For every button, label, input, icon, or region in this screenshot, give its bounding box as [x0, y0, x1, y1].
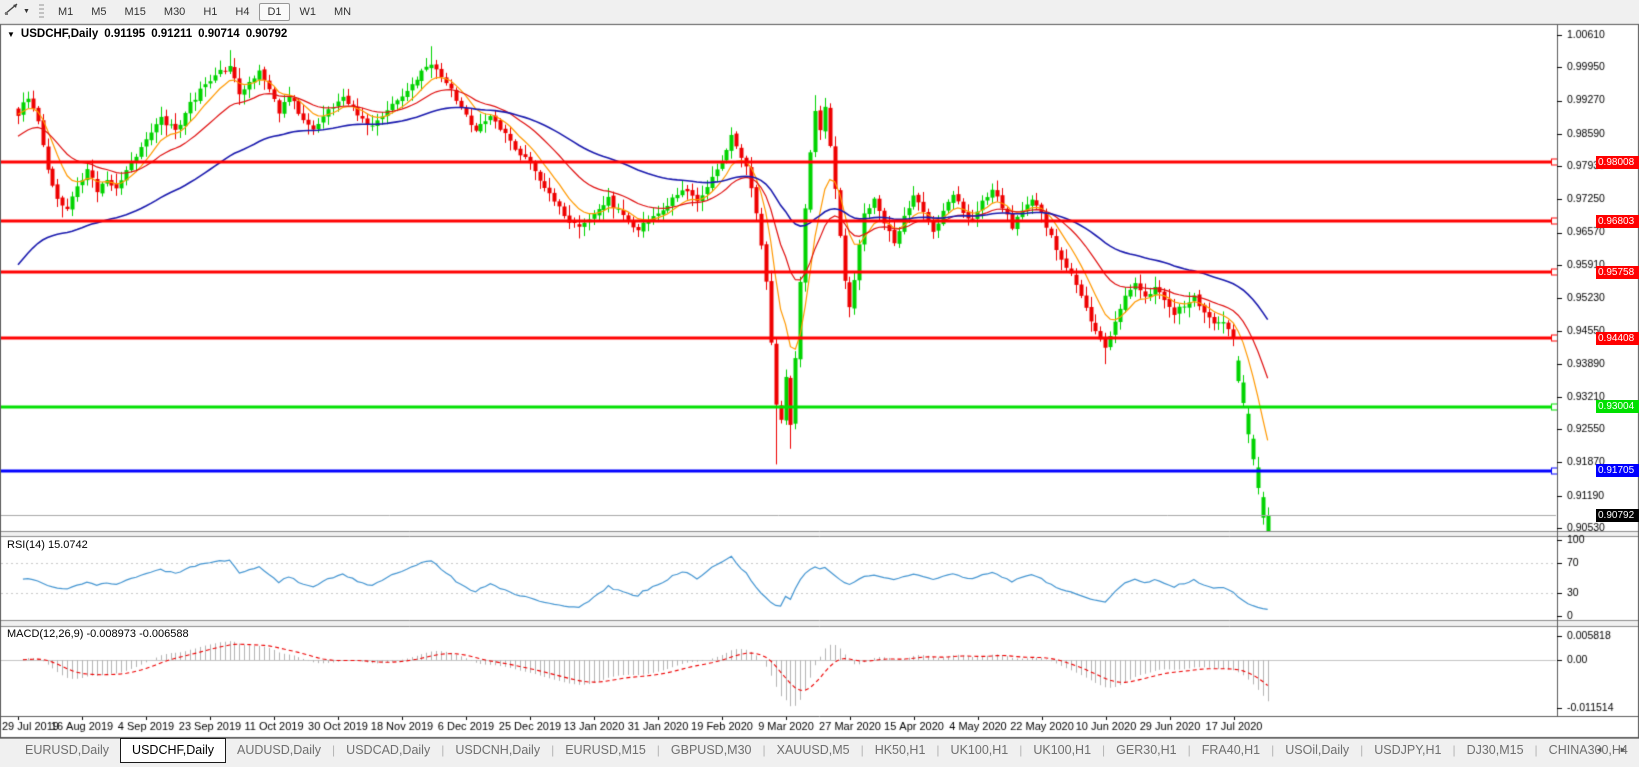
tab-hk50-h1[interactable]: HK50,H1: [864, 739, 937, 763]
timeframe-button-h4[interactable]: H4: [227, 3, 257, 21]
toolbar-grip-handle[interactable]: [39, 4, 44, 20]
tab-eurusd-daily[interactable]: EURUSD,Daily: [14, 739, 120, 763]
tab-gbpusd-m30[interactable]: GBPUSD,M30: [660, 739, 763, 763]
timeframe-buttons: M1M5M15M30H1H4D1W1MN: [49, 3, 360, 21]
scroll-right-icon[interactable]: ►: [1619, 745, 1627, 754]
tab-dj30-m15[interactable]: DJ30,M15: [1456, 739, 1535, 763]
price-line-label: 0.96803: [1596, 215, 1639, 228]
ohlc-high-value: 0.91211: [151, 28, 192, 40]
macd-indicator-label: MACD(12,26,9) -0.008973 -0.006588: [7, 628, 189, 640]
price-line-label: 0.95758: [1596, 266, 1639, 279]
price-line-label: 0.94408: [1596, 332, 1639, 345]
symbol-period-label: USDCHF,Daily: [21, 28, 98, 40]
price-line-label: 0.91705: [1596, 464, 1639, 477]
timeframe-button-m15[interactable]: M15: [117, 3, 154, 21]
tab-ger30-h1[interactable]: GER30,H1: [1105, 739, 1187, 763]
scroll-left-icon[interactable]: ◄: [1595, 745, 1603, 754]
tab-fra40-h1[interactable]: FRA40,H1: [1191, 739, 1271, 763]
tab-usdchf-daily[interactable]: USDCHF,Daily: [120, 738, 226, 763]
price-line-label: 0.93004: [1596, 400, 1639, 413]
ohlc-close-value: 0.90792: [246, 28, 288, 40]
timeframe-button-h1[interactable]: H1: [195, 3, 225, 21]
price-line-label: 0.98008: [1596, 156, 1639, 169]
chart-tabs: EURUSD,DailyUSDCHF,DailyAUDUSD,Daily|USD…: [0, 739, 1639, 763]
timeframe-button-m30[interactable]: M30: [156, 3, 193, 21]
ohlc-low-value: 0.90714: [198, 28, 240, 40]
current-price-label: 0.90792: [1596, 509, 1639, 522]
timeframe-button-w1[interactable]: W1: [292, 3, 325, 21]
tab-uk100-h1[interactable]: UK100,H1: [1022, 739, 1102, 763]
timeframe-button-m1[interactable]: M1: [50, 3, 81, 21]
tab-usoil-daily[interactable]: USOil,Daily: [1274, 739, 1360, 763]
tab-scroll-buttons: ◄ ►: [1595, 745, 1627, 754]
timeframe-toolbar: ▼ M1M5M15M30H1H4D1W1MN: [0, 0, 1639, 24]
timeframe-button-d1[interactable]: D1: [259, 3, 289, 21]
rsi-indicator-label: RSI(14) 15.0742: [7, 539, 88, 551]
tab-eurusd-m15[interactable]: EURUSD,M15: [554, 739, 657, 763]
price-chart-canvas[interactable]: [0, 0, 1639, 767]
timeframe-button-m5[interactable]: M5: [83, 3, 114, 21]
ohlc-open-value: 0.91195: [104, 28, 145, 40]
tab-audusd-daily[interactable]: AUDUSD,Daily: [226, 739, 332, 763]
tab-xauusd-m5[interactable]: XAUUSD,M5: [766, 739, 861, 763]
chart-tool-button[interactable]: ▼: [0, 0, 34, 23]
trendline-tool-icon: [4, 2, 20, 21]
tab-uk100-h1[interactable]: UK100,H1: [940, 739, 1020, 763]
tab-usdcnh-daily[interactable]: USDCNH,Daily: [444, 739, 551, 763]
collapse-arrow-icon[interactable]: ▼: [7, 30, 15, 39]
tab-usdjpy-h1[interactable]: USDJPY,H1: [1363, 739, 1452, 763]
mt4-chart-window: ▼ M1M5M15M30H1H4D1W1MN ▼ USDCHF,Daily 0.…: [0, 0, 1639, 767]
timeframe-button-mn[interactable]: MN: [326, 3, 359, 21]
chevron-down-icon: ▼: [23, 8, 30, 15]
chart-title: ▼ USDCHF,Daily 0.91195 0.91211 0.90714 0…: [7, 28, 287, 40]
chart-tab-bar: EURUSD,DailyUSDCHF,DailyAUDUSD,Daily|USD…: [0, 738, 1639, 767]
tab-usdcad-daily[interactable]: USDCAD,Daily: [335, 739, 441, 763]
